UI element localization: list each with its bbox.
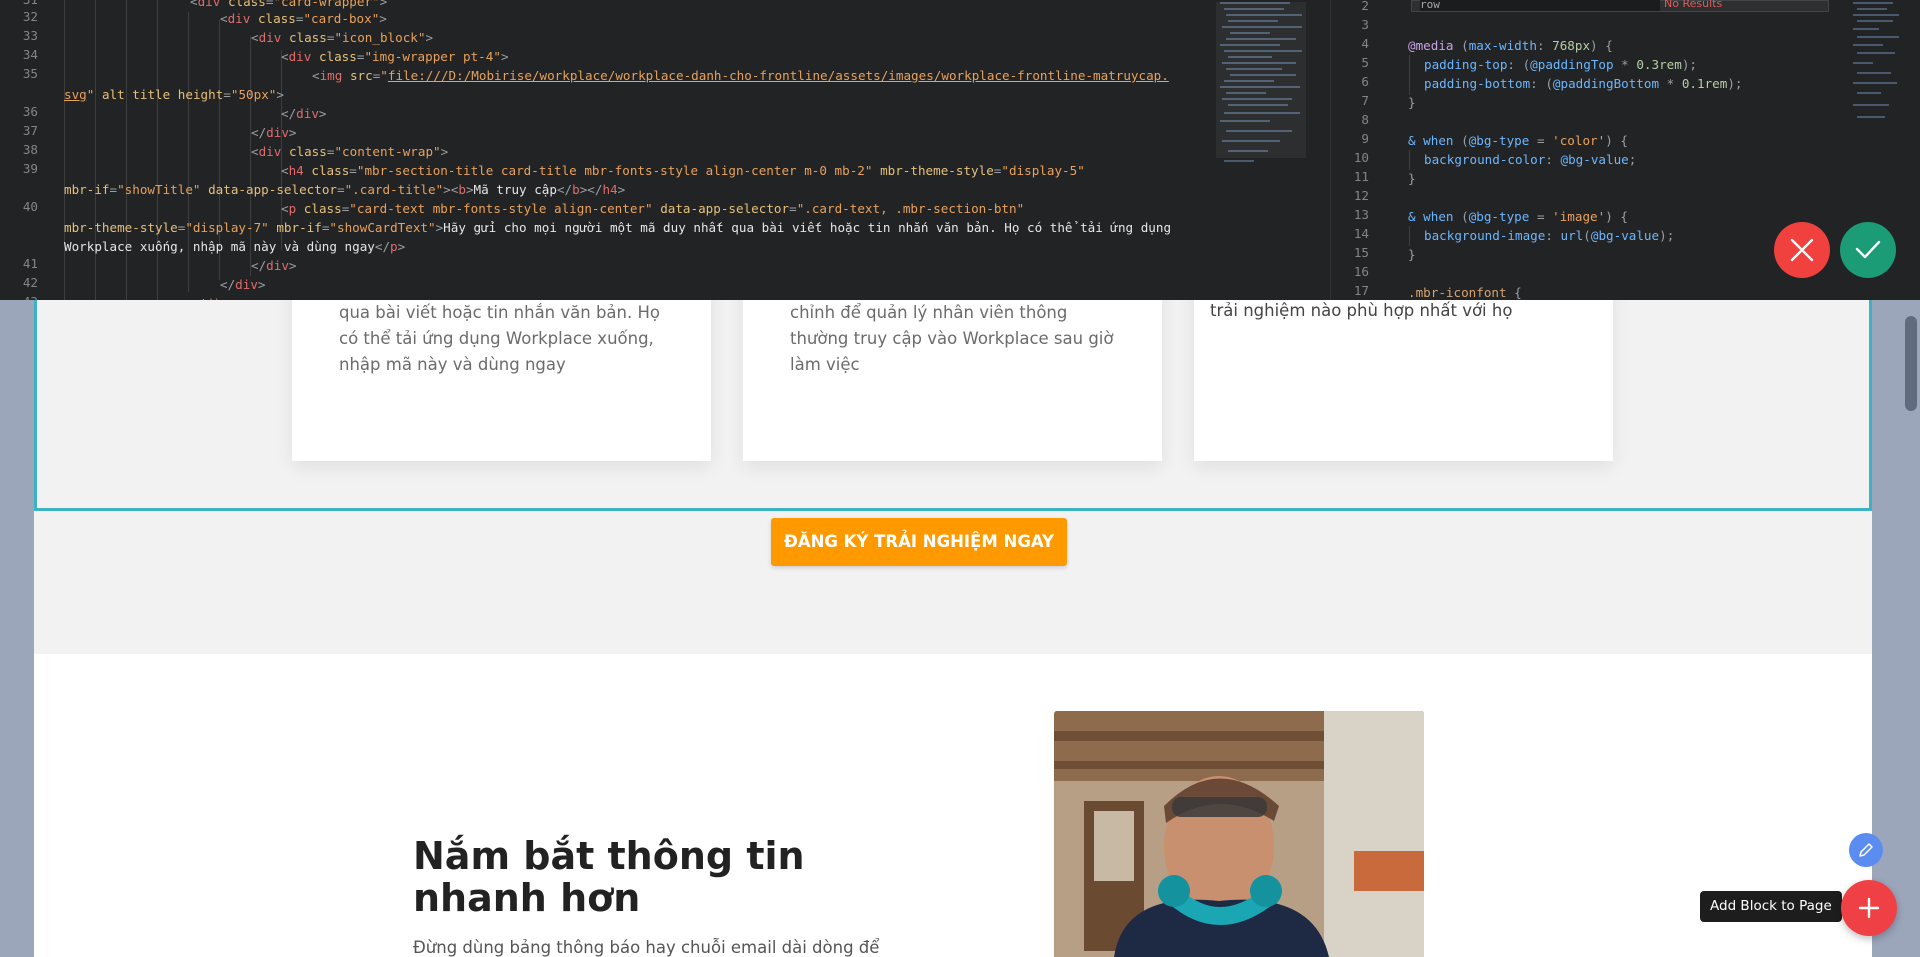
feature-description[interactable]: Đừng dùng bảng thông báo hay chuỗi email… — [413, 937, 933, 957]
code-line[interactable]: <div class="card-box"> — [220, 9, 387, 28]
line-number: 12 — [1353, 188, 1369, 203]
code-line[interactable]: mbr-theme-style="display-7" mbr-if="show… — [64, 218, 1171, 237]
css-search-input[interactable] — [1420, 0, 1660, 11]
css-line[interactable]: .mbr-iconfont { — [1408, 283, 1522, 300]
close-icon — [1790, 238, 1814, 262]
cards-section[interactable]: qua bài viết hoặc tin nhắn văn bản. Họ c… — [34, 280, 1872, 511]
line-number: 4 — [1361, 36, 1369, 51]
line-number: 40 — [22, 199, 38, 214]
cancel-code-button[interactable] — [1774, 222, 1830, 278]
search-no-results: No Results — [1664, 0, 1723, 10]
code-editor-panel[interactable]: 31 32 33 34 35 36 37 38 39 40 41 42 43 <… — [0, 0, 1920, 300]
line-number: 33 — [22, 28, 38, 43]
card-experience[interactable]: trải nghiệm nào phù hợp nhất với họ — [1194, 280, 1613, 461]
css-line[interactable]: } — [1408, 169, 1416, 188]
css-line[interactable]: & when (@bg-type = 'image') { — [1408, 207, 1628, 226]
card-after-hours[interactable]: chỉnh để quản lý nhân viên thông thường … — [743, 280, 1162, 461]
code-line[interactable]: </div> — [220, 275, 266, 294]
register-trial-button[interactable]: ĐĂNG KÝ TRẢI NGHIỆM NGAY — [771, 518, 1067, 566]
scrollbar-thumb[interactable] — [1905, 316, 1917, 411]
line-number: 6 — [1361, 74, 1369, 89]
code-line[interactable]: <img src="file:///D:/Mobirise/workplace/… — [312, 66, 1169, 85]
feature-section[interactable] — [34, 654, 1872, 957]
code-line[interactable]: </div> — [251, 256, 297, 275]
apply-code-button[interactable] — [1840, 222, 1896, 278]
css-line[interactable]: & when (@bg-type = 'color') { — [1408, 131, 1628, 150]
code-line[interactable]: </div> — [190, 294, 236, 300]
card-text[interactable]: qua bài viết hoặc tin nhắn văn bản. Họ c… — [339, 300, 679, 378]
edit-block-button[interactable] — [1849, 833, 1883, 867]
line-number: 37 — [22, 123, 38, 138]
line-number: 38 — [22, 142, 38, 157]
code-line[interactable]: Workplace xuống, nhập mã này và dùng nga… — [64, 237, 405, 256]
code-line[interactable]: </div> — [281, 104, 327, 123]
feature-title[interactable]: Nắm bắt thông tin nhanh hơn — [413, 835, 933, 919]
css-line[interactable]: padding-top: (@paddingTop * 0.3rem); — [1424, 55, 1697, 74]
code-line[interactable]: <div class="img-wrapper pt-4"> — [281, 47, 509, 66]
card-text[interactable]: chỉnh để quản lý nhân viên thông thường … — [790, 300, 1130, 378]
line-number: 3 — [1361, 17, 1369, 32]
code-line[interactable]: <div class="icon_block"> — [251, 28, 433, 47]
html-code-pane[interactable]: 31 32 33 34 35 36 37 38 39 40 41 42 43 <… — [0, 0, 1330, 300]
line-number: 39 — [22, 161, 38, 176]
plus-icon — [1858, 897, 1880, 919]
css-line[interactable]: background-color: @bg-value; — [1424, 150, 1636, 169]
line-number: 10 — [1353, 150, 1369, 165]
line-number: 15 — [1353, 245, 1369, 260]
code-line[interactable]: svg" alt title height="50px"> — [64, 85, 284, 104]
code-line[interactable]: <div class="content-wrap"> — [251, 142, 448, 161]
worker-photo[interactable] — [1054, 711, 1424, 957]
line-number: 34 — [22, 47, 38, 62]
line-number: 11 — [1353, 169, 1369, 184]
code-line[interactable]: <p class="card-text mbr-fonts-style alig… — [281, 199, 1024, 218]
code-line[interactable]: mbr-if="showTitle" data-app-selector=".c… — [64, 180, 625, 199]
code-line[interactable]: <h4 class="mbr-section-title card-title … — [281, 161, 1085, 180]
line-number: 43 — [0, 294, 38, 300]
css-line[interactable]: padding-bottom: (@paddingBottom * 0.1rem… — [1424, 74, 1743, 93]
card-text[interactable]: trải nghiệm nào phù hợp nhất với họ — [1210, 298, 1600, 324]
css-line[interactable]: @media (max-width: 768px) { — [1408, 36, 1613, 55]
line-number: 9 — [1361, 131, 1369, 146]
line-number: 8 — [1361, 112, 1369, 127]
pencil-icon — [1859, 843, 1873, 857]
line-number: 31 — [0, 0, 38, 7]
html-minimap[interactable] — [1216, 0, 1306, 170]
line-number: 32 — [22, 9, 38, 24]
line-number: 5 — [1361, 55, 1369, 70]
css-search-bar[interactable]: No Results — [1411, 0, 1829, 12]
line-number: 35 — [22, 66, 38, 81]
line-number: 41 — [22, 256, 38, 271]
line-number: 16 — [1353, 264, 1369, 279]
line-number: 7 — [1361, 93, 1369, 108]
add-block-button[interactable] — [1841, 880, 1897, 936]
css-minimap[interactable] — [1851, 0, 1911, 170]
code-line[interactable]: </div> — [251, 123, 297, 142]
line-number: 42 — [22, 275, 38, 290]
line-number: 17 — [1353, 283, 1369, 298]
line-number: 13 — [1353, 207, 1369, 222]
css-code-pane[interactable]: 2 3 4 5 6 7 8 9 10 11 12 13 14 15 16 17 … — [1330, 0, 1920, 300]
css-line[interactable]: } — [1408, 245, 1416, 264]
add-block-tooltip: Add Block to Page — [1700, 891, 1848, 922]
check-icon — [1855, 240, 1881, 259]
worker-photo-illustration — [1054, 711, 1424, 957]
line-number: 14 — [1353, 226, 1369, 241]
card-access-code[interactable]: qua bài viết hoặc tin nhắn văn bản. Họ c… — [292, 280, 711, 461]
line-number: 2 — [1361, 0, 1369, 13]
page-scrollbar[interactable] — [1903, 300, 1920, 957]
css-line[interactable]: } — [1408, 93, 1416, 112]
line-number: 36 — [22, 104, 38, 119]
css-line[interactable]: background-image: url(@bg-value); — [1424, 226, 1674, 245]
